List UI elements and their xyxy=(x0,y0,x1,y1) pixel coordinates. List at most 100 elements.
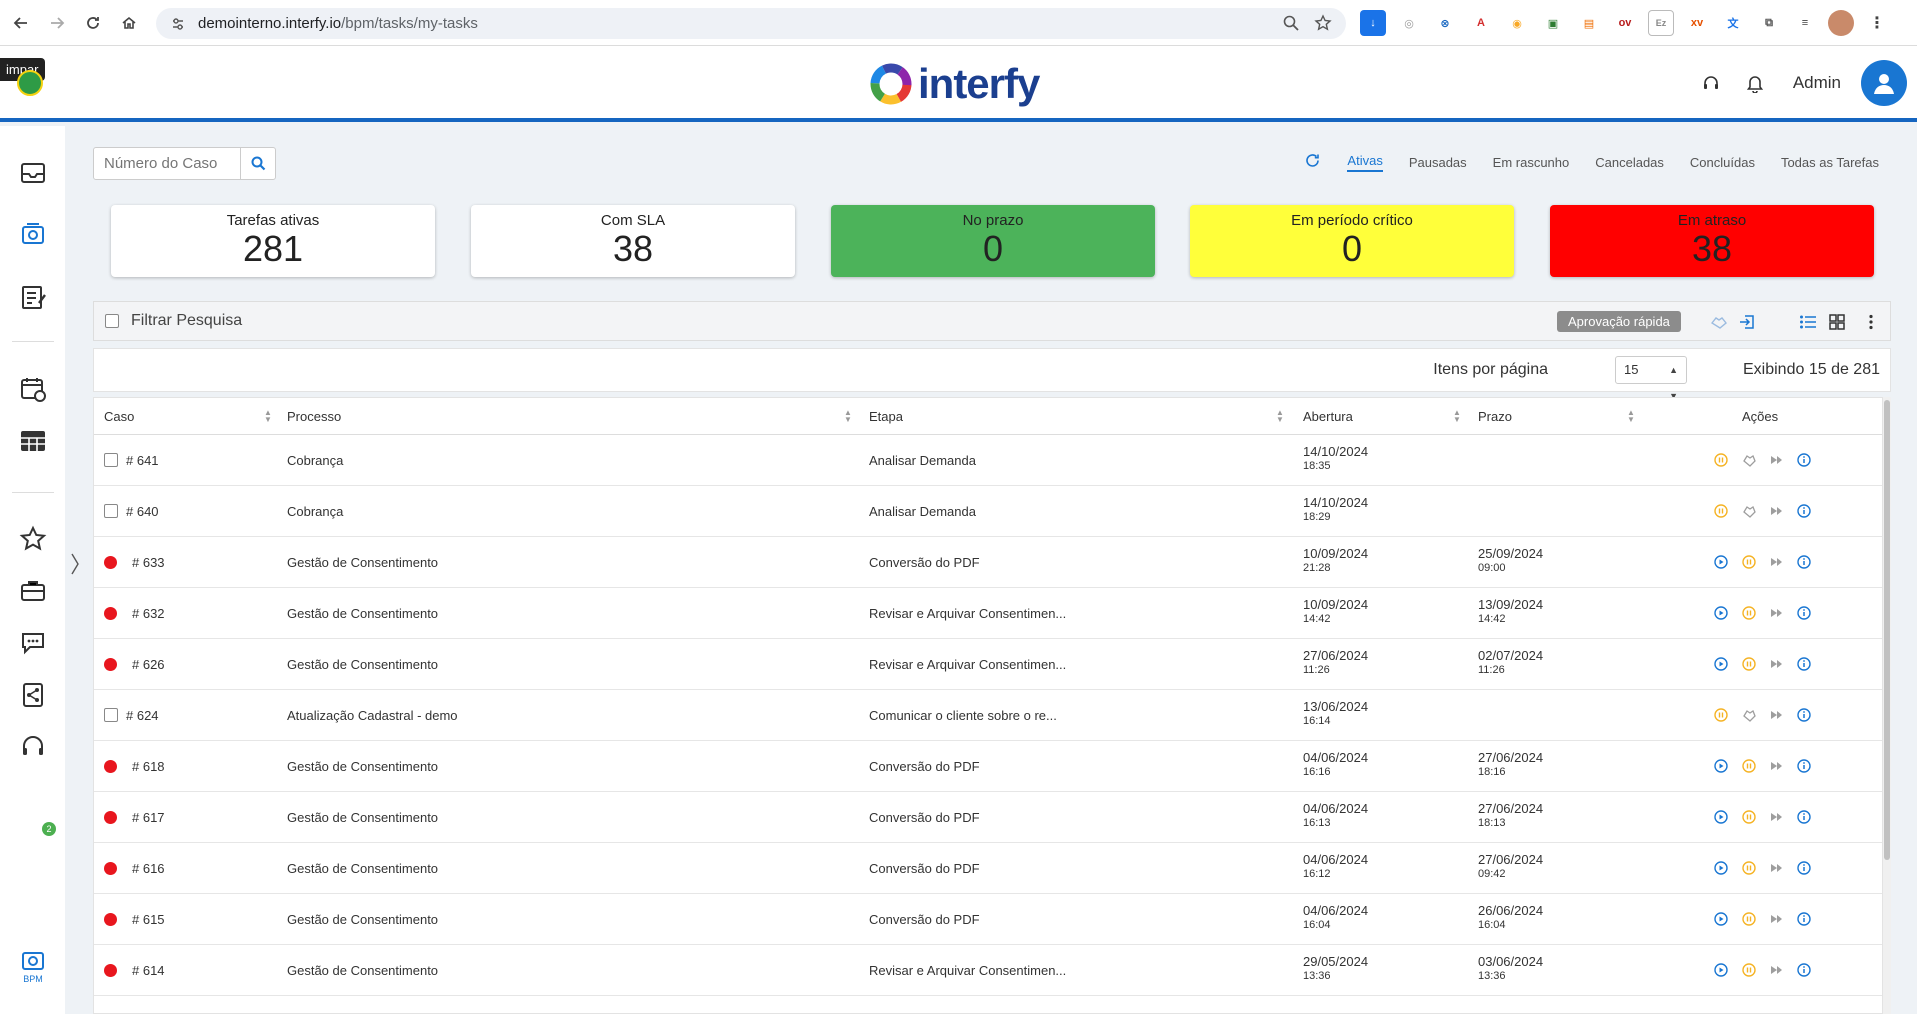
extension-icon[interactable]: ▣ xyxy=(1540,10,1566,36)
pause-task-icon[interactable] xyxy=(1741,911,1757,927)
calendar-clock-icon[interactable] xyxy=(18,374,48,404)
case-number[interactable]: # 632 xyxy=(132,606,165,621)
case-number[interactable]: # 633 xyxy=(132,555,165,570)
sort-icon[interactable]: ▲ ▼ xyxy=(1627,409,1635,424)
table-row[interactable]: # 618 Gestão de Consentimento Conversão do… xyxy=(94,741,1882,792)
pause-task-icon[interactable] xyxy=(1741,758,1757,774)
start-task-icon[interactable] xyxy=(1713,605,1729,621)
items-per-page-select[interactable]: 15 ▲ ▼ xyxy=(1615,356,1687,401)
assign-task-icon[interactable] xyxy=(1741,707,1757,723)
forward-task-icon[interactable] xyxy=(1768,503,1784,519)
tab-concluidas[interactable]: Concluídas xyxy=(1690,155,1755,170)
case-number[interactable]: # 616 xyxy=(132,861,165,876)
sort-icon[interactable]: ▲ ▼ xyxy=(264,409,272,424)
extension-icon[interactable]: Ez xyxy=(1648,10,1674,36)
extension-icon[interactable]: xv xyxy=(1684,10,1710,36)
forward-task-icon[interactable] xyxy=(1768,962,1784,978)
start-task-icon[interactable] xyxy=(1713,809,1729,825)
summary-card[interactable]: Com SLA 38 xyxy=(471,205,795,277)
summary-card[interactable]: Tarefas ativas 281 xyxy=(111,205,435,277)
refresh-icon[interactable] xyxy=(1304,152,1321,172)
address-bar[interactable]: demointerno.interfy.io/bpm/tasks/my-task… xyxy=(156,8,1346,39)
start-task-icon[interactable] xyxy=(1713,860,1729,876)
forward-task-icon[interactable] xyxy=(1768,452,1784,468)
table-row[interactable]: # 641 Cobrança Analisar Demanda 14/10/2024 1… xyxy=(94,435,1882,486)
column-header-etapa[interactable]: Etapa xyxy=(869,409,903,424)
forward-task-icon[interactable] xyxy=(1768,860,1784,876)
table-row[interactable]: # 626 Gestão de Consentimento Revisar e Ar… xyxy=(94,639,1882,690)
assign-task-icon[interactable] xyxy=(1741,452,1757,468)
bookmark-star-icon[interactable] xyxy=(1314,14,1332,32)
search-extension-icon[interactable]: ◉ xyxy=(1504,10,1530,36)
table-row[interactable]: # 632 Gestão de Consentimento Revisar e Ar… xyxy=(94,588,1882,639)
star-icon[interactable] xyxy=(18,524,48,554)
case-number[interactable]: # 641 xyxy=(126,453,159,468)
bpm-module-icon[interactable] xyxy=(18,946,48,976)
search-button[interactable] xyxy=(240,148,275,179)
table-row[interactable]: # 640 Cobrança Analisar Demanda 14/10/2024 1… xyxy=(94,486,1882,537)
forward-task-icon[interactable] xyxy=(1768,656,1784,672)
download-extension-icon[interactable]: ↓ xyxy=(1360,10,1386,36)
puzzle-extensions-icon[interactable]: ⧉ xyxy=(1756,10,1782,36)
select-all-checkbox[interactable] xyxy=(105,314,119,328)
table-row[interactable]: # 615 Gestão de Consentimento Conversão do… xyxy=(94,894,1882,945)
table-scrollbar-thumb[interactable] xyxy=(1884,400,1890,860)
tab-pausadas[interactable]: Pausadas xyxy=(1409,155,1467,170)
summary-card[interactable]: No prazo 0 xyxy=(831,205,1155,277)
table-row[interactable]: # 617 Gestão de Consentimento Conversão do… xyxy=(94,792,1882,843)
translate-extension-icon[interactable]: 文 xyxy=(1720,10,1746,36)
reading-list-icon[interactable]: ≡ xyxy=(1792,10,1818,36)
forward-icon[interactable] xyxy=(42,8,72,38)
pause-task-icon[interactable] xyxy=(1741,809,1757,825)
row-checkbox[interactable] xyxy=(104,453,118,467)
start-task-icon[interactable] xyxy=(1713,962,1729,978)
quick-approval-button[interactable]: Aprovação rápida xyxy=(1557,311,1681,332)
column-header-abertura[interactable]: Abertura xyxy=(1303,409,1353,424)
reload-icon[interactable] xyxy=(78,8,108,38)
case-number[interactable]: # 614 xyxy=(132,963,165,978)
tab-ativas[interactable]: Ativas xyxy=(1347,153,1383,172)
forward-task-icon[interactable] xyxy=(1768,809,1784,825)
pause-task-icon[interactable] xyxy=(1741,605,1757,621)
headset-icon[interactable] xyxy=(18,732,48,762)
pdf-extension-icon[interactable]: A xyxy=(1468,10,1494,36)
form-edit-icon[interactable] xyxy=(18,282,48,312)
assign-task-icon[interactable] xyxy=(1741,503,1757,519)
info-icon[interactable] xyxy=(1796,605,1812,621)
notifications-bell-icon[interactable] xyxy=(1743,71,1767,95)
forward-task-icon[interactable] xyxy=(1768,911,1784,927)
profile-avatar-icon[interactable] xyxy=(1828,10,1854,36)
language-flag-icon[interactable] xyxy=(17,70,43,96)
info-icon[interactable] xyxy=(1796,656,1812,672)
site-settings-icon[interactable] xyxy=(170,16,186,32)
summary-card[interactable]: Em período crítico 0 xyxy=(1190,205,1514,277)
info-icon[interactable] xyxy=(1796,758,1812,774)
case-number[interactable]: # 617 xyxy=(132,810,165,825)
table-row[interactable]: # 633 Gestão de Consentimento Conversão do… xyxy=(94,537,1882,588)
extension-icon[interactable]: ov xyxy=(1612,10,1638,36)
tab-canceladas[interactable]: Canceladas xyxy=(1595,155,1664,170)
info-icon[interactable] xyxy=(1796,554,1812,570)
zoom-icon[interactable] xyxy=(1282,14,1300,32)
table-row[interactable]: # 616 Gestão de Consentimento Conversão do… xyxy=(94,843,1882,894)
back-icon[interactable] xyxy=(6,8,36,38)
info-icon[interactable] xyxy=(1796,809,1812,825)
grid-view-icon[interactable] xyxy=(1827,312,1847,332)
extension-icon[interactable]: ▤ xyxy=(1576,10,1602,36)
table-grid-icon[interactable] xyxy=(18,426,48,456)
more-options-icon[interactable] xyxy=(1861,312,1881,332)
pause-task-icon[interactable] xyxy=(1741,962,1757,978)
tab-em-rascunho[interactable]: Em rascunho xyxy=(1493,155,1570,170)
pause-task-icon[interactable] xyxy=(1713,452,1729,468)
pause-task-icon[interactable] xyxy=(1741,554,1757,570)
extension-icon[interactable]: ◎ xyxy=(1396,10,1422,36)
filter-search-label[interactable]: Filtrar Pesquisa xyxy=(131,312,242,330)
info-icon[interactable] xyxy=(1796,503,1812,519)
summary-card[interactable]: Em atraso 38 xyxy=(1550,205,1874,277)
table-row[interactable]: # 614 Gestão de Consentimento Revisar e Ar… xyxy=(94,945,1882,996)
toolbox-icon[interactable] xyxy=(18,576,48,606)
case-number[interactable]: # 624 xyxy=(126,708,159,723)
column-header-prazo[interactable]: Prazo xyxy=(1478,409,1512,424)
forward-task-icon[interactable] xyxy=(1768,707,1784,723)
browser-menu-icon[interactable]: ⋮ xyxy=(1864,10,1890,36)
